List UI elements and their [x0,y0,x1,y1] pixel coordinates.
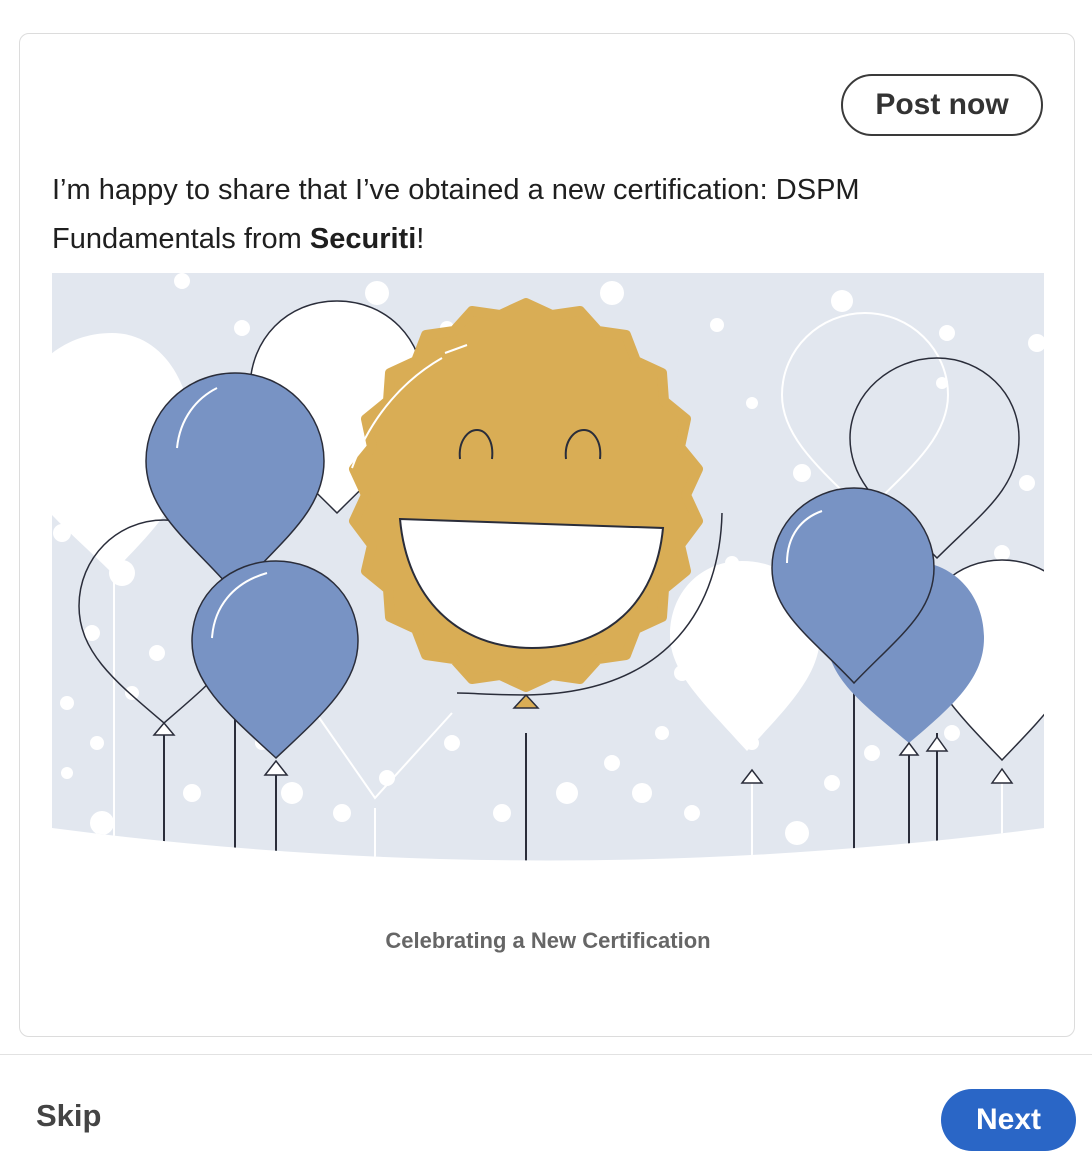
post-message: I’m happy to share that I’ve obtained a … [52,166,1032,264]
illustration-caption: Celebrating a New Certification [385,928,711,953]
next-button[interactable]: Next [941,1089,1076,1151]
organization-name: Securiti [309,223,417,255]
post-text: I’m happy to share that I’ve obtained a … [52,174,860,255]
footer-divider [0,1054,1092,1055]
post-text-end: ! [416,223,425,255]
skip-button[interactable]: Skip [36,1098,101,1134]
post-now-button[interactable]: Post now [841,74,1043,136]
celebration-illustration [52,273,1044,861]
certification-share-dialog: Post now I’m happy to share that I’ve ob… [0,0,1092,1172]
